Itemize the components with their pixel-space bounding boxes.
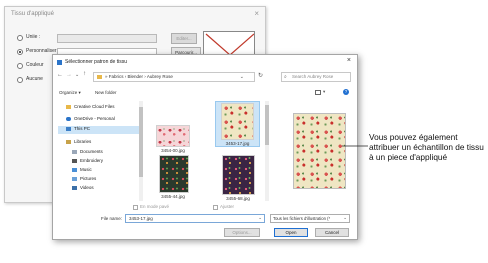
search-icon: ⌕ — [284, 74, 287, 80]
file-name[interactable]: 3455-68.jpg — [216, 196, 260, 201]
view-icon[interactable] — [315, 90, 321, 95]
files-scrollbar[interactable] — [265, 101, 269, 201]
solid-color-field[interactable] — [57, 34, 157, 43]
file-open-dialog: Sélectionner patron de tissu × ← → ⌄ ↑ »… — [52, 54, 358, 240]
breadcrumb-blender[interactable]: Blender — [128, 74, 144, 79]
fabric-dialog-close-button[interactable]: × — [254, 9, 259, 18]
adjust-label: Ajuster — [220, 204, 235, 209]
file-name-value: 3453-17.jpg — [129, 216, 153, 221]
nav-scrollbar[interactable] — [139, 101, 143, 201]
refresh-icon[interactable]: ↻ — [258, 72, 263, 79]
radio-solid-label: Uniie : — [26, 34, 41, 40]
radio-solid[interactable] — [17, 35, 23, 41]
callout-text: Vous pouvez également attribuer un échan… — [369, 132, 484, 162]
tile-mode-label: En mode pavé — [140, 204, 170, 209]
navigation-pane: Creative Cloud Files OneDrive - Personal… — [58, 101, 144, 201]
breadcrumb-fabrics[interactable]: Fabrics — [109, 74, 124, 79]
tile-mode-checkbox[interactable] — [133, 205, 138, 210]
files-scrollbar-thumb[interactable] — [265, 105, 269, 145]
adjust-checkbox[interactable] — [213, 205, 218, 210]
nav-scrollbar-thumb[interactable] — [139, 107, 143, 177]
videos-icon — [72, 185, 77, 190]
back-arrow-icon[interactable]: ← — [57, 72, 63, 78]
nav-item-creative-cloud[interactable]: Creative Cloud Files — [66, 104, 115, 109]
help-icon[interactable]: ? — [343, 89, 349, 95]
folder-icon — [66, 104, 71, 109]
forward-arrow-icon[interactable]: → — [66, 72, 72, 78]
library-icon — [66, 139, 71, 144]
radio-color-label: Couleur — [26, 62, 44, 68]
new-folder-button[interactable]: New folder — [95, 90, 117, 95]
nav-item-pictures[interactable]: Pictures — [72, 176, 96, 181]
address-dropdown-icon[interactable]: ⌄ — [240, 74, 244, 80]
file-name[interactable]: 3454-00.jpg — [151, 148, 195, 153]
nav-item-videos[interactable]: Videos — [72, 185, 94, 190]
nav-item-this-pc[interactable]: This PC — [58, 126, 142, 134]
cloud-icon — [66, 116, 71, 121]
file-name-dropdown-icon[interactable]: ⌄ — [258, 215, 262, 221]
cancel-button[interactable]: Cancel — [315, 228, 349, 237]
file-type-value: Tous les fichiers d'illustration (* — [273, 216, 331, 221]
embroidery-icon — [72, 158, 77, 163]
file-preview-pane — [293, 113, 346, 189]
open-button[interactable]: Open — [274, 228, 308, 237]
radio-color[interactable] — [17, 63, 23, 69]
radio-none[interactable] — [17, 77, 23, 83]
organize-menu[interactable]: Organize ▾ — [59, 90, 81, 96]
callout-leader-line — [342, 145, 368, 147]
file-name-input[interactable]: 3453-17.jpg ⌄ — [125, 214, 265, 223]
file-type-select[interactable]: Tous les fichiers d'illustration (* ⌄ — [270, 214, 350, 223]
breadcrumb: » Fabrics › Blender › Aubrey Rose — [105, 74, 173, 79]
file-name-label: File name: — [101, 216, 123, 221]
documents-icon — [72, 149, 77, 154]
file-thumbnail[interactable] — [156, 125, 190, 147]
nav-item-documents[interactable]: Documents — [72, 149, 103, 154]
edit-button[interactable]: Editer... — [171, 33, 197, 44]
file-thumbnail[interactable] — [159, 155, 189, 193]
pictures-icon — [72, 176, 77, 181]
view-dropdown-icon[interactable]: ▾ — [323, 89, 325, 95]
music-icon — [72, 167, 77, 172]
nav-item-onedrive[interactable]: OneDrive - Personal — [66, 116, 115, 121]
options-button[interactable]: Options... — [224, 228, 260, 237]
file-dialog-title: Sélectionner patron de tissu — [65, 59, 127, 65]
file-name[interactable]: 3455-44.jpg — [151, 194, 195, 199]
app-icon — [57, 60, 62, 65]
radio-custom[interactable] — [17, 49, 23, 55]
file-dialog-close-button[interactable]: × — [347, 57, 351, 64]
file-thumbnail[interactable] — [222, 155, 255, 195]
fabric-dialog-title: Tissu d'appliqué — [11, 11, 54, 17]
file-thumbnail-selected[interactable] — [221, 103, 254, 140]
folder-icon — [97, 75, 102, 79]
file-name[interactable]: 3453-17.jpg — [215, 141, 260, 146]
breadcrumb-aubrey-rose[interactable]: Aubrey Rose — [147, 74, 173, 79]
search-placeholder: Search Aubrey Rose — [292, 74, 334, 79]
search-input[interactable]: ⌕ Search Aubrey Rose — [281, 72, 351, 82]
nav-item-music[interactable]: Music — [72, 167, 92, 172]
address-bar[interactable]: » Fabrics › Blender › Aubrey Rose ⌄ — [93, 72, 255, 82]
file-type-dropdown-icon[interactable]: ⌄ — [343, 215, 347, 221]
recent-dropdown-icon[interactable]: ⌄ — [75, 72, 79, 78]
nav-item-embroidery[interactable]: Embroidery — [72, 158, 103, 163]
pc-icon — [66, 126, 71, 131]
radio-none-label: Aucune — [26, 76, 43, 82]
up-arrow-icon[interactable]: ↑ — [83, 71, 86, 77]
nav-item-libraries[interactable]: Libraries — [66, 139, 91, 144]
